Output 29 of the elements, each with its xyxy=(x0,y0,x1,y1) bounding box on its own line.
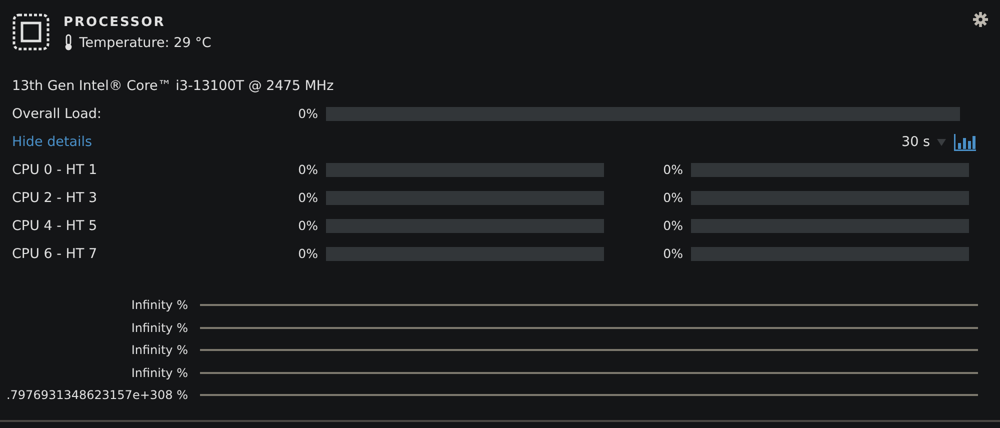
core-label: CPU 2 - HT 3 xyxy=(12,188,98,208)
load-percent: 0% xyxy=(297,244,318,263)
thermometer-icon xyxy=(64,34,72,52)
load-percent: 0% xyxy=(297,104,318,123)
settings-icon[interactable] xyxy=(973,12,988,27)
load-percent: 0% xyxy=(662,216,683,235)
core-label: CPU 0 - HT 1 xyxy=(12,160,98,180)
processor-icon xyxy=(12,13,50,52)
core-label: CPU 6 - HT 7 xyxy=(12,244,98,264)
core-label: CPU 4 - HT 5 xyxy=(12,216,98,236)
panel-title: PROCESSOR xyxy=(64,14,166,32)
axis-label: Infinity % xyxy=(130,342,188,360)
load-percent: 0% xyxy=(297,216,318,235)
hide-details-link[interactable]: Hide details xyxy=(12,132,92,152)
caret-icon xyxy=(937,138,946,146)
load-percent: 0% xyxy=(662,188,683,207)
load-percent: 0% xyxy=(662,244,683,263)
axis-label: Infinity % xyxy=(130,364,188,382)
interval-dropdown[interactable]: 30 s xyxy=(901,132,946,152)
load-percent: 0% xyxy=(297,188,318,207)
axis-label: Infinity % xyxy=(130,320,188,337)
axis-label: Infinity % xyxy=(130,297,188,314)
load-percent: 0% xyxy=(297,160,318,179)
bar-chart-icon[interactable] xyxy=(954,134,976,150)
axis-label: .7976931348623157e+308 % xyxy=(5,387,188,404)
load-percent: 0% xyxy=(662,160,683,179)
load-label: Overall Load: xyxy=(12,104,102,124)
cpu-model: 13th Gen Intel® Core™ i3-13100T @ 2475 MHz xyxy=(12,76,334,96)
temperature-reading: Temperature: 29 °C xyxy=(79,34,212,52)
